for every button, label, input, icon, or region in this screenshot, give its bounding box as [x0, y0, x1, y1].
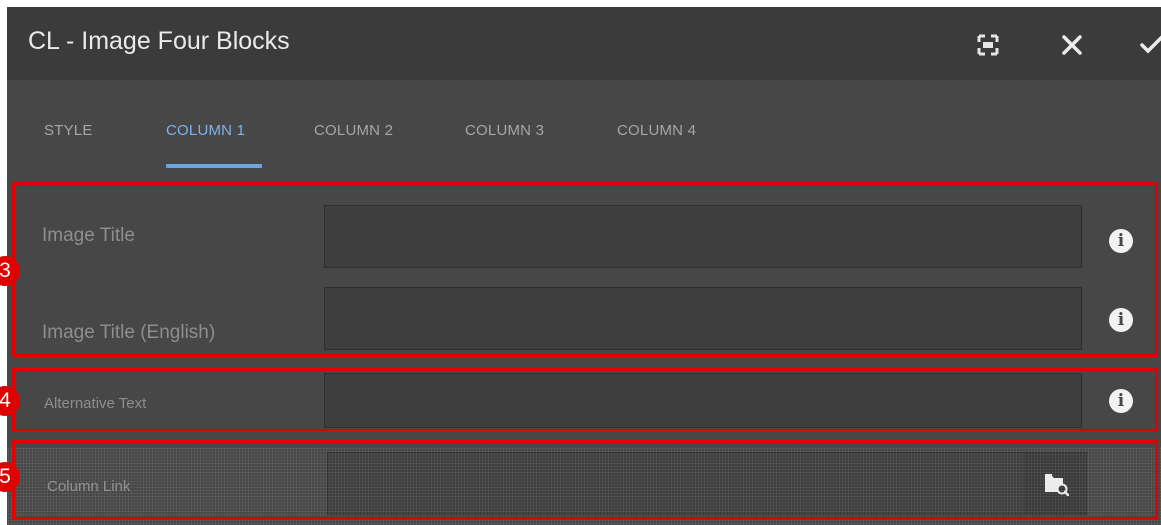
tab-column-2[interactable]: COLUMN 2	[314, 122, 393, 139]
tab-column-3[interactable]: COLUMN 3	[465, 122, 544, 139]
annotation-box-4	[12, 368, 1158, 432]
annotation-box-3	[12, 182, 1158, 357]
tab-bar: STYLE COLUMN 1 COLUMN 2 COLUMN 3 COLUMN …	[7, 80, 1161, 175]
fullscreen-button[interactable]	[972, 29, 1004, 61]
tab-column-1[interactable]: COLUMN 1	[166, 122, 245, 139]
tab-style[interactable]: STYLE	[44, 122, 93, 139]
close-icon	[1062, 35, 1082, 55]
annotation-box-5	[12, 440, 1158, 520]
done-button[interactable]	[1135, 29, 1161, 61]
dialog-header: CL - Image Four Blocks	[7, 7, 1161, 80]
close-button[interactable]	[1056, 29, 1088, 61]
dialog-title: CL - Image Four Blocks	[28, 27, 290, 55]
check-icon	[1140, 35, 1161, 54]
fullscreen-icon	[977, 34, 999, 56]
tab-column-4[interactable]: COLUMN 4	[617, 122, 696, 139]
active-tab-indicator	[166, 164, 262, 168]
